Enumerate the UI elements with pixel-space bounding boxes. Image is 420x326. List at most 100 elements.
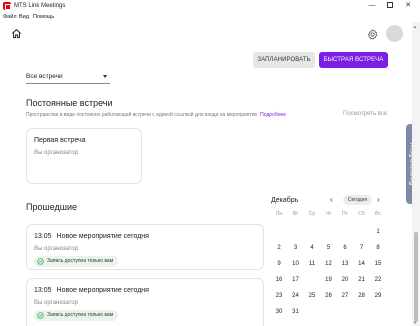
calendar-day[interactable]: 31 (288, 305, 304, 319)
calendar-day-selected[interactable]: 18 (304, 273, 320, 287)
calendar-day[interactable]: 9 (271, 257, 287, 271)
calendar-day[interactable]: 25 (304, 289, 320, 303)
calendar-day[interactable]: 15 (370, 257, 386, 271)
calendar-month: Декабрь (271, 197, 299, 204)
calendar-day[interactable]: 13 (337, 257, 353, 271)
calendar-day-number: 9 (277, 261, 281, 267)
calendar-day-number: 24 (292, 293, 299, 299)
calendar-weekday: Ср (308, 211, 316, 217)
calendar-day-number: 13 (341, 261, 349, 267)
minimize-button[interactable]: — (365, 0, 379, 12)
meeting-title: Новое мероприятие сегодня (56, 233, 149, 240)
meeting-organizer: Вы организатор (34, 300, 79, 306)
calendar-prev-button[interactable]: ‹ (330, 195, 333, 204)
permanent-meetings-title: Постоянные встречи (26, 98, 113, 108)
meetings-filter-select[interactable]: Все встречи (26, 72, 110, 84)
menu-view[interactable]: Вид (19, 13, 29, 21)
scroll-down-icon[interactable]: ▼ (413, 320, 417, 325)
meeting-time: 13:05 (34, 287, 52, 294)
calendar-day[interactable]: 1 (370, 225, 386, 239)
calendar-day-number: 2 (277, 245, 281, 251)
calendar-day-number: 31 (292, 309, 299, 315)
calendar-day[interactable]: 28 (354, 289, 370, 303)
calendar-day[interactable]: 14 (354, 257, 370, 271)
calendar-day-number: 4 (310, 245, 314, 251)
maximize-icon (387, 2, 393, 9)
calendar-day-number: 26 (325, 293, 332, 299)
calendar-day[interactable]: 21 (354, 273, 370, 287)
home-icon[interactable] (11, 28, 22, 39)
calendar-day-number: 1 (376, 229, 380, 235)
calendar-day[interactable]: 24 (288, 289, 304, 303)
calendar-day-number: 21 (358, 277, 365, 283)
calendar-day-number: 15 (374, 261, 382, 267)
calendar-day[interactable]: 29 (370, 289, 386, 303)
calendar-day[interactable]: 26 (321, 289, 337, 303)
calendar-day-number: 18 (308, 277, 316, 283)
calendar-day[interactable]: 20 (337, 273, 353, 287)
menu-help[interactable]: Помощь (33, 13, 54, 21)
calendar-day[interactable]: 19 (321, 273, 337, 287)
calendar-day[interactable]: 23 (271, 289, 287, 303)
calendar-day-number: 14 (358, 261, 365, 267)
close-window-button[interactable]: ✕ (401, 0, 415, 12)
calendar-day-number: 19 (325, 277, 332, 283)
calendar-day[interactable]: 16 (271, 273, 287, 287)
calendar-day[interactable]: 22 (370, 273, 386, 287)
calendar-today-button[interactable]: Сегодня (343, 195, 372, 205)
filter-selected-value: Все встречи (26, 73, 63, 80)
chevron-down-icon (103, 75, 107, 78)
card-title: Первая встреча (34, 137, 86, 144)
meeting-heading: 13:05 Новое мероприятие сегодня (34, 287, 149, 294)
menu-file[interactable]: Файл (3, 13, 17, 21)
more-link[interactable]: Подробнее (260, 112, 286, 118)
see-all-link[interactable]: Посмотреть все (343, 111, 387, 117)
calendar-day[interactable]: 17 (288, 273, 304, 287)
past-meeting-card[interactable]: 13:05 Новое мероприятие сегодня Вы органи… (26, 224, 264, 270)
calendar-next-button[interactable]: › (377, 195, 380, 204)
calendar-day[interactable]: 12 (321, 257, 337, 271)
calendar-day[interactable]: 3 (288, 241, 304, 255)
card-organizer: Вы организатор (34, 150, 79, 156)
calendar-day-number: 22 (374, 277, 382, 283)
gear-icon[interactable] (367, 29, 378, 40)
menubar: Файл Вид Помощь (0, 12, 420, 22)
maximize-button[interactable] (383, 0, 397, 12)
description-text: Пространства в виде постоянно работающей… (26, 112, 259, 118)
calendar-weekday: Чт (325, 211, 332, 217)
past-meeting-card[interactable]: 13:05 Новое мероприятие сегодня Вы органи… (26, 278, 264, 326)
calendar-day[interactable]: 10 (288, 257, 304, 271)
meeting-time: 13:05 (34, 233, 52, 240)
scroll-up-icon[interactable]: ▲ (413, 24, 417, 29)
calendar-day[interactable]: 6 (337, 241, 353, 255)
recording-icon (37, 258, 44, 265)
permanent-meeting-card[interactable]: Первая встреча Вы организатор (26, 128, 142, 184)
calendar-day[interactable]: 30 (271, 305, 287, 319)
quick-meeting-button[interactable]: БЫСТРАЯ ВСТРЕЧА (319, 52, 388, 68)
calendar-day-number: 11 (308, 261, 316, 267)
scrollbar-thumb[interactable] (414, 232, 418, 322)
calendar-day-number: 27 (341, 293, 349, 299)
scrollbar[interactable]: ▲ ▼ (412, 22, 420, 326)
calendar-day-number: 20 (341, 277, 349, 283)
calendar-day[interactable]: 11 (304, 257, 320, 271)
avatar[interactable] (386, 25, 403, 42)
calendar-day[interactable]: 2 (271, 241, 287, 255)
meeting-organizer: Вы организатор (34, 246, 79, 252)
calendar-day[interactable]: 27 (337, 289, 353, 303)
calendar-day-number: 28 (358, 293, 365, 299)
app-logo-icon (3, 2, 11, 10)
calendar-weekday: Вс (375, 211, 381, 217)
calendar-day-number: 29 (374, 293, 382, 299)
calendar-day-number: 5 (326, 245, 331, 251)
meeting-heading: 13:05 Новое мероприятие сегодня (34, 233, 149, 240)
calendar-day-number: 25 (308, 293, 316, 299)
calendar-day[interactable]: 4 (304, 241, 320, 255)
calendar-day[interactable]: 8 (370, 241, 386, 255)
schedule-button[interactable]: ЗАПЛАНИРОВАТЬ (253, 52, 315, 68)
calendar-day-number: 30 (275, 309, 283, 315)
window-titlebar: MTS Link Meetings — ✕ (0, 0, 420, 12)
calendar-day[interactable]: 7 (354, 241, 370, 255)
calendar-day[interactable]: 5 (321, 241, 337, 255)
calendar-day-number: 23 (275, 293, 283, 299)
